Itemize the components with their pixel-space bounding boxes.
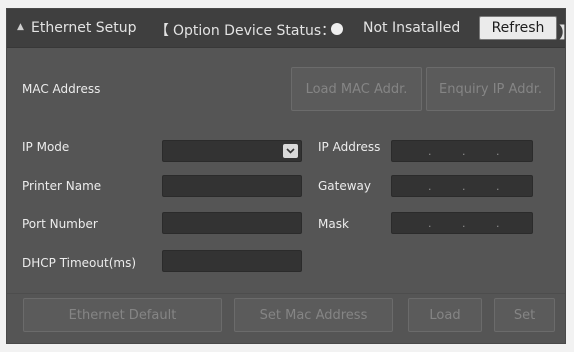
load-mac-button[interactable]: Load MAC Addr. (291, 67, 422, 111)
ip-separator: . (496, 180, 500, 193)
set-mac-address-button[interactable]: Set Mac Address (234, 298, 393, 332)
ip-address-label: IP Address (318, 140, 381, 154)
printer-name-input[interactable] (162, 175, 302, 197)
divider (7, 293, 565, 294)
ip-mode-label: IP Mode (22, 140, 70, 154)
ip-separator: . (462, 145, 466, 158)
ip-separator: . (428, 180, 432, 193)
ethernet-default-button[interactable]: Ethernet Default (23, 298, 222, 332)
printer-name-label: Printer Name (22, 179, 102, 193)
ip-separator: . (428, 145, 432, 158)
ethernet-setup-panel: ▲ Ethernet Setup 【 Option Device Status：… (6, 8, 574, 344)
status-label: Option Device Status： (173, 23, 336, 39)
refresh-button[interactable]: Refresh (479, 16, 557, 40)
ip-separator: . (496, 217, 500, 230)
bracket-open: 【 (155, 23, 169, 39)
bracket-close: 】 (559, 23, 574, 42)
dhcp-timeout-input[interactable] (162, 250, 302, 272)
load-button[interactable]: Load (408, 298, 482, 332)
panel-title: Ethernet Setup (31, 20, 137, 36)
ip-separator: . (462, 180, 466, 193)
gateway-input[interactable]: . . . (391, 175, 533, 197)
chevron-down-icon[interactable] (283, 144, 298, 158)
port-number-input[interactable] (162, 212, 302, 234)
mask-label: Mask (318, 217, 349, 231)
panel-header: ▲ Ethernet Setup 【 Option Device Status：… (7, 9, 574, 48)
ip-separator: . (462, 217, 466, 230)
ip-separator: . (496, 145, 500, 158)
set-button[interactable]: Set (494, 298, 555, 332)
status-indicator-icon (331, 23, 343, 35)
collapse-icon[interactable]: ▲ (17, 22, 24, 32)
port-number-label: Port Number (22, 217, 98, 231)
mac-address-label: MAC Address (22, 82, 101, 96)
ip-separator: . (428, 217, 432, 230)
ip-mode-select[interactable] (162, 140, 302, 162)
enquiry-ip-button[interactable]: Enquiry IP Addr. (426, 67, 555, 111)
gateway-label: Gateway (318, 179, 372, 193)
ip-address-input[interactable]: . . . (391, 140, 533, 162)
mask-input[interactable]: . . . (391, 212, 533, 234)
status-value: Not Insatalled (363, 20, 461, 36)
dhcp-timeout-label: DHCP Timeout(ms) (22, 256, 137, 270)
